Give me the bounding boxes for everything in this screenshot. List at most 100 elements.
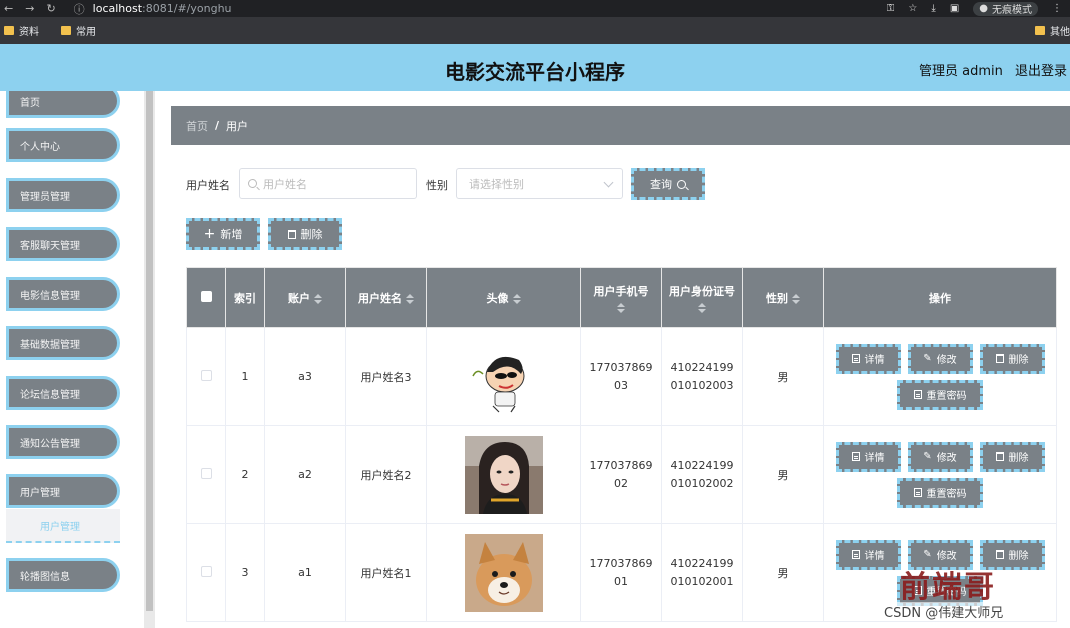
browser-right-controls: ⚿ ☆ ⤓ ▣ ● 无痕模式 ⋮	[887, 0, 1062, 17]
query-button[interactable]: 查询	[631, 168, 705, 200]
row-actions: 详情 ✎ 修改 删除 重置密码	[830, 441, 1050, 508]
idcard-text: 410224199010102002	[670, 458, 734, 490]
sidebar-subitem-users[interactable]: 用户管理	[6, 509, 120, 543]
app-title: 电影交流平台小程序	[445, 60, 625, 84]
star-icon[interactable]: ☆	[908, 3, 917, 14]
name-search-input[interactable]: 用户姓名	[239, 168, 417, 199]
reset-password-button[interactable]: 重置密码	[897, 477, 983, 508]
sidebar-item-home[interactable]: 首页	[6, 91, 120, 118]
sidebar-item-profile[interactable]: 个人中心	[6, 128, 120, 162]
sort-icon[interactable]	[792, 293, 800, 304]
bookmark-label: 资料	[19, 27, 39, 38]
row-checkbox[interactable]	[200, 467, 212, 479]
scrollbar-thumb[interactable]	[146, 91, 153, 611]
delete-button[interactable]: 删除	[979, 441, 1045, 472]
logout-link[interactable]: 退出登录	[1015, 60, 1067, 79]
batch-delete-button[interactable]: 删除	[268, 218, 342, 250]
header-name[interactable]: 用户姓名	[345, 267, 427, 328]
edit-button[interactable]: ✎ 修改	[907, 343, 973, 374]
sidebar: 首页 个人中心 管理员管理 客服聊天管理 电影信息管理 基础数据管理 论坛信息管…	[0, 91, 144, 628]
sidebar-item-forum[interactable]: 论坛信息管理	[6, 376, 120, 410]
address-bar[interactable]: ⓘ localhost:8081/#/yonghu	[74, 1, 232, 17]
menu-icon[interactable]: ⋮	[1052, 3, 1062, 14]
bookmark-folder-other[interactable]: 其他	[1035, 23, 1070, 38]
header-phone[interactable]: 用户手机号	[580, 267, 662, 328]
select-all-checkbox[interactable]	[200, 290, 212, 302]
detail-button[interactable]: 详情	[835, 441, 901, 472]
download-icon[interactable]: ⤓	[931, 3, 935, 14]
bookmark-folder-ziliao[interactable]: 资料	[4, 23, 39, 38]
header-avatar[interactable]: 头像	[426, 267, 581, 328]
row-checkbox[interactable]	[200, 565, 212, 577]
reload-icon[interactable]: ↻	[46, 2, 55, 15]
select-all-cell[interactable]	[186, 267, 226, 328]
sidebar-item-users[interactable]: 用户管理	[6, 474, 120, 508]
cell-gender: 男	[742, 327, 824, 426]
cell-phone: 17703786903	[580, 327, 662, 426]
sidebar-item-carousel[interactable]: 轮播图信息	[6, 558, 120, 592]
detail-label: 详情	[864, 453, 885, 464]
row-actions: 详情 ✎ 修改 删除 重置密码	[830, 343, 1050, 410]
header-idcard[interactable]: 用户身份证号	[661, 267, 743, 328]
sidebar-scrollbar[interactable]	[144, 91, 155, 628]
cell-name: 用户姓名3	[345, 327, 427, 426]
bookmark-label: 常用	[76, 27, 96, 38]
key-icon[interactable]: ⚿	[887, 3, 895, 14]
edit-icon: ✎	[923, 353, 932, 364]
cell-name: 用户姓名2	[345, 425, 427, 524]
breadcrumb: 首页 / 用户	[171, 106, 1070, 145]
row-checkbox[interactable]	[200, 369, 212, 381]
add-button[interactable]: + 新增	[186, 218, 260, 250]
sort-icon[interactable]	[314, 293, 322, 304]
sort-icon[interactable]	[698, 302, 706, 313]
header-idcard-label: 用户身份证号	[669, 284, 735, 298]
watermark-credit: CSDN @伟建大师兄	[884, 602, 1004, 621]
header-ops: 操作	[823, 267, 1057, 328]
sort-icon[interactable]	[406, 293, 414, 304]
row-select-cell[interactable]	[186, 425, 226, 524]
reset-password-label: 重置密码	[926, 489, 967, 500]
sidebar-item-notices[interactable]: 通知公告管理	[6, 425, 120, 459]
cell-index: 3	[225, 523, 265, 622]
cell-ops: 详情 ✎ 修改 删除 重置密码	[823, 327, 1057, 426]
cell-phone: 17703786902	[580, 425, 662, 524]
avatar-cartoon-image	[464, 337, 543, 416]
sidepanel-icon[interactable]: ▣	[950, 3, 959, 14]
table-header-row: 索引 账户 用户姓名 头像 用户手机号 用户身份证号 性别 操作	[186, 267, 1057, 328]
forward-icon[interactable]: →	[25, 2, 34, 15]
delete-button[interactable]: 删除	[979, 343, 1045, 374]
cell-gender: 男	[742, 523, 824, 622]
idcard-text: 410224199010102003	[670, 360, 734, 392]
reset-password-button[interactable]: 重置密码	[897, 379, 983, 410]
info-icon: ⓘ	[73, 2, 85, 16]
detail-button[interactable]: 详情	[835, 539, 901, 570]
cell-ops: 详情 ✎ 修改 删除 重置密码	[823, 425, 1057, 524]
phone-text: 17703786901	[589, 556, 653, 588]
row-select-cell[interactable]	[186, 327, 226, 426]
gender-select[interactable]: 请选择性别	[456, 168, 623, 199]
incognito-badge[interactable]: ● 无痕模式	[973, 1, 1038, 16]
bookmark-folder-changyong[interactable]: 常用	[61, 23, 96, 38]
sort-icon[interactable]	[617, 302, 625, 313]
breadcrumb-home[interactable]: 首页	[186, 118, 208, 134]
bookmarks-bar: 资料 常用 其他	[0, 17, 1070, 44]
table-row: 2 a2 用户姓名2 17703786902 41022419901010200…	[186, 425, 1057, 524]
batch-delete-label: 删除	[300, 228, 323, 241]
back-icon[interactable]: ←	[4, 2, 13, 15]
header-gender[interactable]: 性别	[742, 267, 824, 328]
delete-label: 删除	[1008, 453, 1029, 464]
header-account[interactable]: 账户	[264, 267, 346, 328]
sidebar-item-basedata[interactable]: 基础数据管理	[6, 326, 120, 360]
document-icon	[851, 452, 860, 461]
trash-icon	[995, 550, 1004, 559]
chevron-down-icon	[603, 177, 614, 188]
header-index: 索引	[225, 267, 265, 328]
sidebar-item-movies[interactable]: 电影信息管理	[6, 277, 120, 311]
edit-button[interactable]: ✎ 修改	[907, 441, 973, 472]
row-select-cell[interactable]	[186, 523, 226, 622]
sidebar-item-chat[interactable]: 客服聊天管理	[6, 227, 120, 261]
sort-icon[interactable]	[512, 293, 521, 304]
detail-button[interactable]: 详情	[835, 343, 901, 374]
sidebar-item-admins[interactable]: 管理员管理	[6, 178, 120, 212]
cell-name: 用户姓名1	[345, 523, 427, 622]
